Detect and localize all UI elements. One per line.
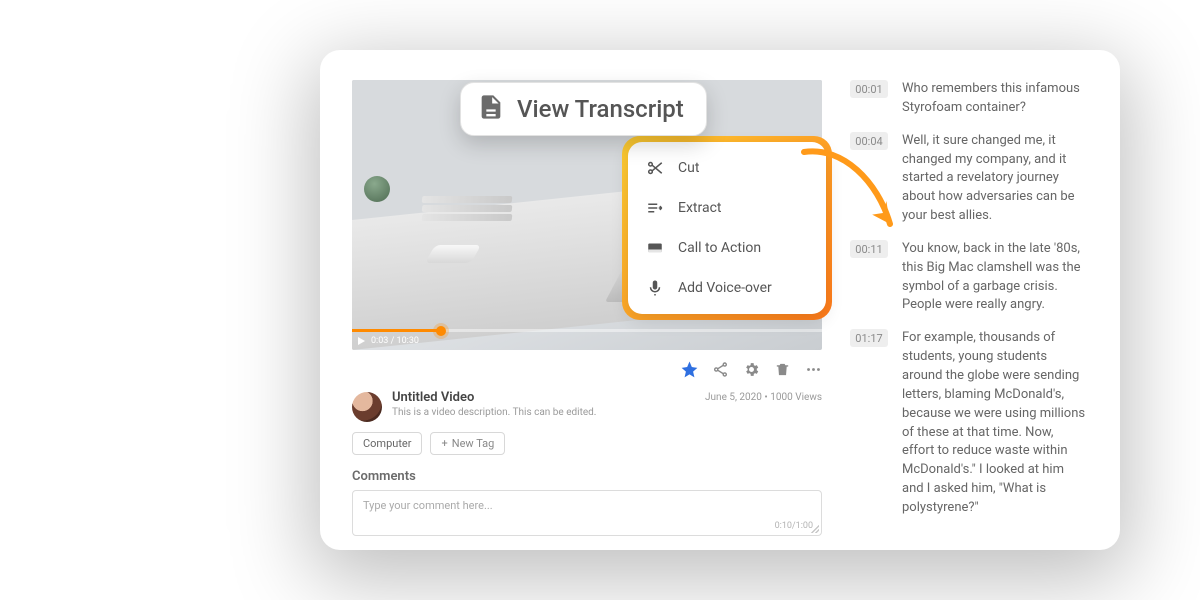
- extract-icon: [646, 199, 664, 217]
- time-display: 0:03 / 10:30: [371, 336, 419, 346]
- context-menu: Cut Extract Call to Action: [622, 136, 832, 320]
- view-transcript-callout[interactable]: View Transcript: [460, 82, 707, 136]
- tag-row: Computer New Tag: [352, 432, 822, 455]
- transcript-row[interactable]: 01:17 For example, thousands of students…: [850, 329, 1088, 517]
- progress-handle[interactable]: [436, 326, 446, 336]
- view-transcript-label: View Transcript: [517, 95, 684, 123]
- microphone-icon: [646, 279, 664, 297]
- menu-item-label: Call to Action: [678, 240, 761, 256]
- transcript-text: You know, back in the late '80s, this Bi…: [902, 240, 1088, 315]
- scissors-icon: [646, 159, 664, 177]
- transcript-row[interactable]: 00:04 Well, it sure changed me, it chang…: [850, 132, 1088, 226]
- menu-item-voiceover[interactable]: Add Voice-over: [628, 268, 826, 308]
- transcript-timestamp[interactable]: 01:17: [850, 329, 888, 347]
- favorite-button[interactable]: [681, 361, 698, 382]
- more-button[interactable]: [805, 361, 822, 382]
- menu-item-cta[interactable]: Call to Action: [628, 228, 826, 268]
- resize-handle[interactable]: [811, 525, 819, 533]
- tag-chip[interactable]: Computer: [352, 432, 422, 455]
- comment-counter: 0:10/1:00: [775, 521, 813, 531]
- author-avatar[interactable]: [352, 392, 382, 422]
- document-icon: [477, 93, 505, 125]
- video-meta: Untitled Video This is a video descripti…: [352, 390, 822, 422]
- transcript-text: Who remembers this infamous Styrofoam co…: [902, 80, 1088, 118]
- video-meta-right: June 5, 2020 • 1000 Views: [705, 390, 822, 403]
- comments-heading: Comments: [352, 469, 822, 484]
- video-views: 1000 Views: [770, 392, 822, 403]
- comment-input[interactable]: Type your comment here... 0:10/1:00: [352, 490, 822, 536]
- cta-icon: [646, 239, 664, 257]
- menu-item-extract[interactable]: Extract: [628, 188, 826, 228]
- menu-item-label: Extract: [678, 200, 721, 216]
- transcript-text: For example, thousands of students, youn…: [902, 329, 1088, 517]
- transcript-text: Well, it sure changed me, it changed my …: [902, 132, 1088, 226]
- player-controls: 0:03 / 10:30: [358, 332, 419, 350]
- transcript-timestamp[interactable]: 00:11: [850, 240, 888, 258]
- menu-item-cut[interactable]: Cut: [628, 148, 826, 188]
- app-card: 0:03 / 10:30 View Transcript Cut: [320, 50, 1120, 550]
- transcript-panel: 00:01 Who remembers this infamous Styrof…: [850, 80, 1088, 526]
- menu-item-label: Add Voice-over: [678, 280, 772, 296]
- scene-plant: [364, 176, 390, 202]
- transcript-row[interactable]: 00:11 You know, back in the late '80s, t…: [850, 240, 1088, 315]
- progress-bar[interactable]: [352, 329, 822, 332]
- transcript-timestamp[interactable]: 00:01: [850, 80, 888, 98]
- delete-button[interactable]: [774, 361, 791, 382]
- share-button[interactable]: [712, 361, 729, 382]
- transcript-timestamp[interactable]: 00:04: [850, 132, 888, 150]
- add-tag-button[interactable]: New Tag: [430, 432, 505, 455]
- video-date: June 5, 2020: [705, 392, 762, 403]
- scene-books: [422, 196, 512, 230]
- settings-button[interactable]: [743, 361, 760, 382]
- left-column: 0:03 / 10:30 View Transcript Cut: [352, 80, 822, 526]
- menu-item-label: Cut: [678, 160, 699, 176]
- comment-placeholder: Type your comment here...: [363, 499, 493, 512]
- video-description[interactable]: This is a video description. This can be…: [392, 407, 596, 418]
- video-actions: [352, 360, 822, 382]
- play-icon[interactable]: [358, 337, 365, 345]
- video-title[interactable]: Untitled Video: [392, 390, 596, 405]
- transcript-row[interactable]: 00:01 Who remembers this infamous Styrof…: [850, 80, 1088, 118]
